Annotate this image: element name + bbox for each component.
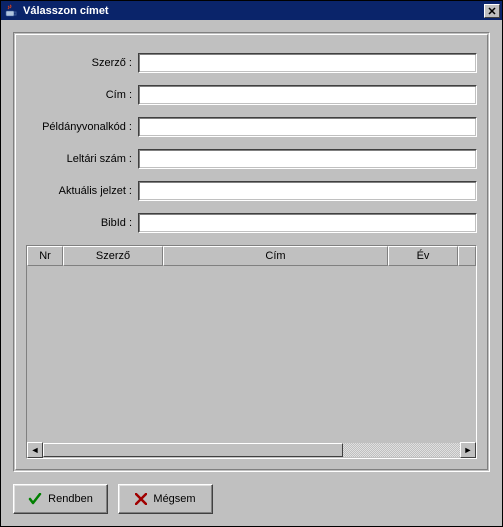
title-input[interactable] xyxy=(138,85,477,105)
scroll-thumb[interactable] xyxy=(43,443,343,457)
callnum-label: Aktuális jelzet : xyxy=(26,185,138,197)
callnum-input[interactable] xyxy=(138,181,477,201)
col-nr[interactable]: Nr xyxy=(27,246,63,266)
bibid-label: BibId : xyxy=(26,217,138,229)
inventory-input[interactable] xyxy=(138,149,477,169)
titlebar: Válasszon címet xyxy=(1,1,502,20)
x-icon xyxy=(135,493,147,505)
barcode-label: Példányvonalkód : xyxy=(26,121,138,133)
grid-header: Nr Szerző Cím Év xyxy=(27,246,476,266)
scroll-track[interactable] xyxy=(43,442,460,458)
main-panel: Szerző : Cím : Példányvonalkód : Leltári… xyxy=(13,32,490,472)
window-title: Válasszon címet xyxy=(23,5,484,17)
results-grid: Nr Szerző Cím Év ◄ ► xyxy=(26,245,477,459)
dialog-buttons: Rendben Mégsem xyxy=(13,484,490,514)
close-button[interactable] xyxy=(484,4,500,18)
cancel-label: Mégsem xyxy=(153,493,195,505)
main-panel-inner: Szerző : Cím : Példányvonalkód : Leltári… xyxy=(15,34,488,470)
cancel-button[interactable]: Mégsem xyxy=(118,484,213,514)
bibid-input[interactable] xyxy=(138,213,477,233)
ok-button[interactable]: Rendben xyxy=(13,484,108,514)
client-area: Szerző : Cím : Példányvonalkód : Leltári… xyxy=(1,20,502,526)
col-year[interactable]: Év xyxy=(388,246,458,266)
check-icon xyxy=(28,493,42,505)
horizontal-scrollbar[interactable]: ◄ ► xyxy=(27,442,476,458)
triangle-left-icon: ◄ xyxy=(31,445,40,455)
col-author[interactable]: Szerző xyxy=(63,246,163,266)
triangle-right-icon: ► xyxy=(464,445,473,455)
title-label: Cím : xyxy=(26,89,138,101)
col-title[interactable]: Cím xyxy=(163,246,388,266)
grid-body[interactable] xyxy=(27,266,476,442)
author-label: Szerző : xyxy=(26,57,138,69)
search-form: Szerző : Cím : Példányvonalkód : Leltári… xyxy=(26,43,477,245)
col-extra[interactable] xyxy=(458,246,476,266)
barcode-input[interactable] xyxy=(138,117,477,137)
ok-label: Rendben xyxy=(48,493,93,505)
author-input[interactable] xyxy=(138,53,477,73)
scroll-right-button[interactable]: ► xyxy=(460,442,476,458)
java-cup-icon xyxy=(3,3,19,19)
inventory-label: Leltári szám : xyxy=(26,153,138,165)
scroll-left-button[interactable]: ◄ xyxy=(27,442,43,458)
dialog-window: Válasszon címet Szerző : Cím : Példán xyxy=(0,0,503,527)
